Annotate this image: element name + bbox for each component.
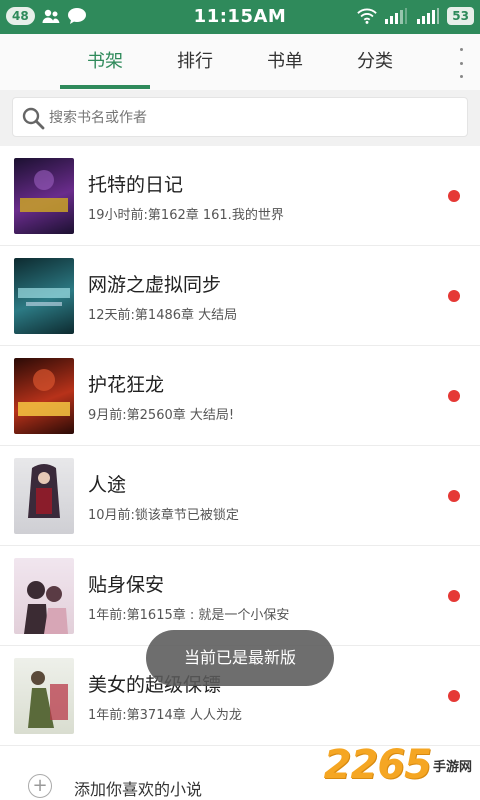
search-box[interactable] — [12, 97, 468, 138]
list-item[interactable]: 人途 10月前:锁该章节已被锁定 — [0, 446, 480, 546]
book-cover — [14, 558, 74, 634]
add-book-label: 添加你喜欢的小说 — [74, 780, 203, 799]
unread-dot — [448, 690, 460, 702]
tab-bar: 书架 排行 书单 分类 — [0, 34, 480, 90]
wifi-icon — [357, 7, 378, 25]
unread-dot — [448, 290, 460, 302]
tab-ranking[interactable]: 排行 — [150, 34, 240, 90]
book-update: 1年前:第1615章 : 就是一个小保安 — [88, 608, 290, 623]
list-item[interactable]: 网游之虚拟同步 12天前:第1486章 大结局 — [0, 246, 480, 346]
unread-dot — [448, 190, 460, 202]
tab-booklist[interactable]: 书单 — [240, 34, 330, 90]
list-item[interactable]: 护花狂龙 9月前:第2560章 大结局! — [0, 346, 480, 446]
book-title: 护花狂龙 — [88, 374, 165, 396]
book-update: 1年前:第3714章 人人为龙 — [88, 708, 242, 723]
site-watermark: 2265 手游网 — [324, 742, 472, 788]
watermark-number: 2265 — [323, 742, 432, 788]
book-title: 托特的日记 — [88, 174, 184, 196]
book-update: 10月前:锁该章节已被锁定 — [88, 508, 239, 523]
active-tab-indicator — [60, 85, 150, 89]
status-bar: 48 11:15AM 53 — [0, 0, 480, 34]
book-update: 12天前:第1486章 大结局 — [88, 308, 238, 323]
search-input[interactable] — [49, 98, 449, 138]
book-cover — [14, 658, 74, 734]
list-item[interactable]: 托特的日记 19小时前:第162章 161.我的世界 — [0, 146, 480, 246]
more-menu-icon[interactable] — [456, 48, 466, 78]
book-cover — [14, 258, 74, 334]
book-cover — [14, 158, 74, 234]
tab-bookshelf[interactable]: 书架 — [60, 34, 150, 90]
search-icon — [21, 106, 45, 130]
watermark-text: 手游网 — [432, 759, 472, 775]
signal-icon — [383, 7, 409, 25]
book-cover — [14, 358, 74, 434]
plus-icon: + — [28, 774, 52, 798]
toast-message: 当前已是最新版 — [146, 630, 334, 686]
battery-level: 53 — [447, 7, 474, 25]
book-title: 人途 — [88, 474, 127, 496]
book-update: 9月前:第2560章 大结局! — [88, 408, 235, 423]
unread-dot — [448, 590, 460, 602]
book-title: 贴身保安 — [88, 574, 165, 596]
book-cover — [14, 458, 74, 534]
unread-dot — [448, 390, 460, 402]
tab-category[interactable]: 分类 — [330, 34, 420, 90]
signal-icon — [415, 7, 441, 25]
book-title: 网游之虚拟同步 — [88, 274, 222, 296]
unread-dot — [448, 490, 460, 502]
search-bar-container — [0, 90, 480, 146]
book-update: 19小时前:第162章 161.我的世界 — [88, 208, 284, 223]
